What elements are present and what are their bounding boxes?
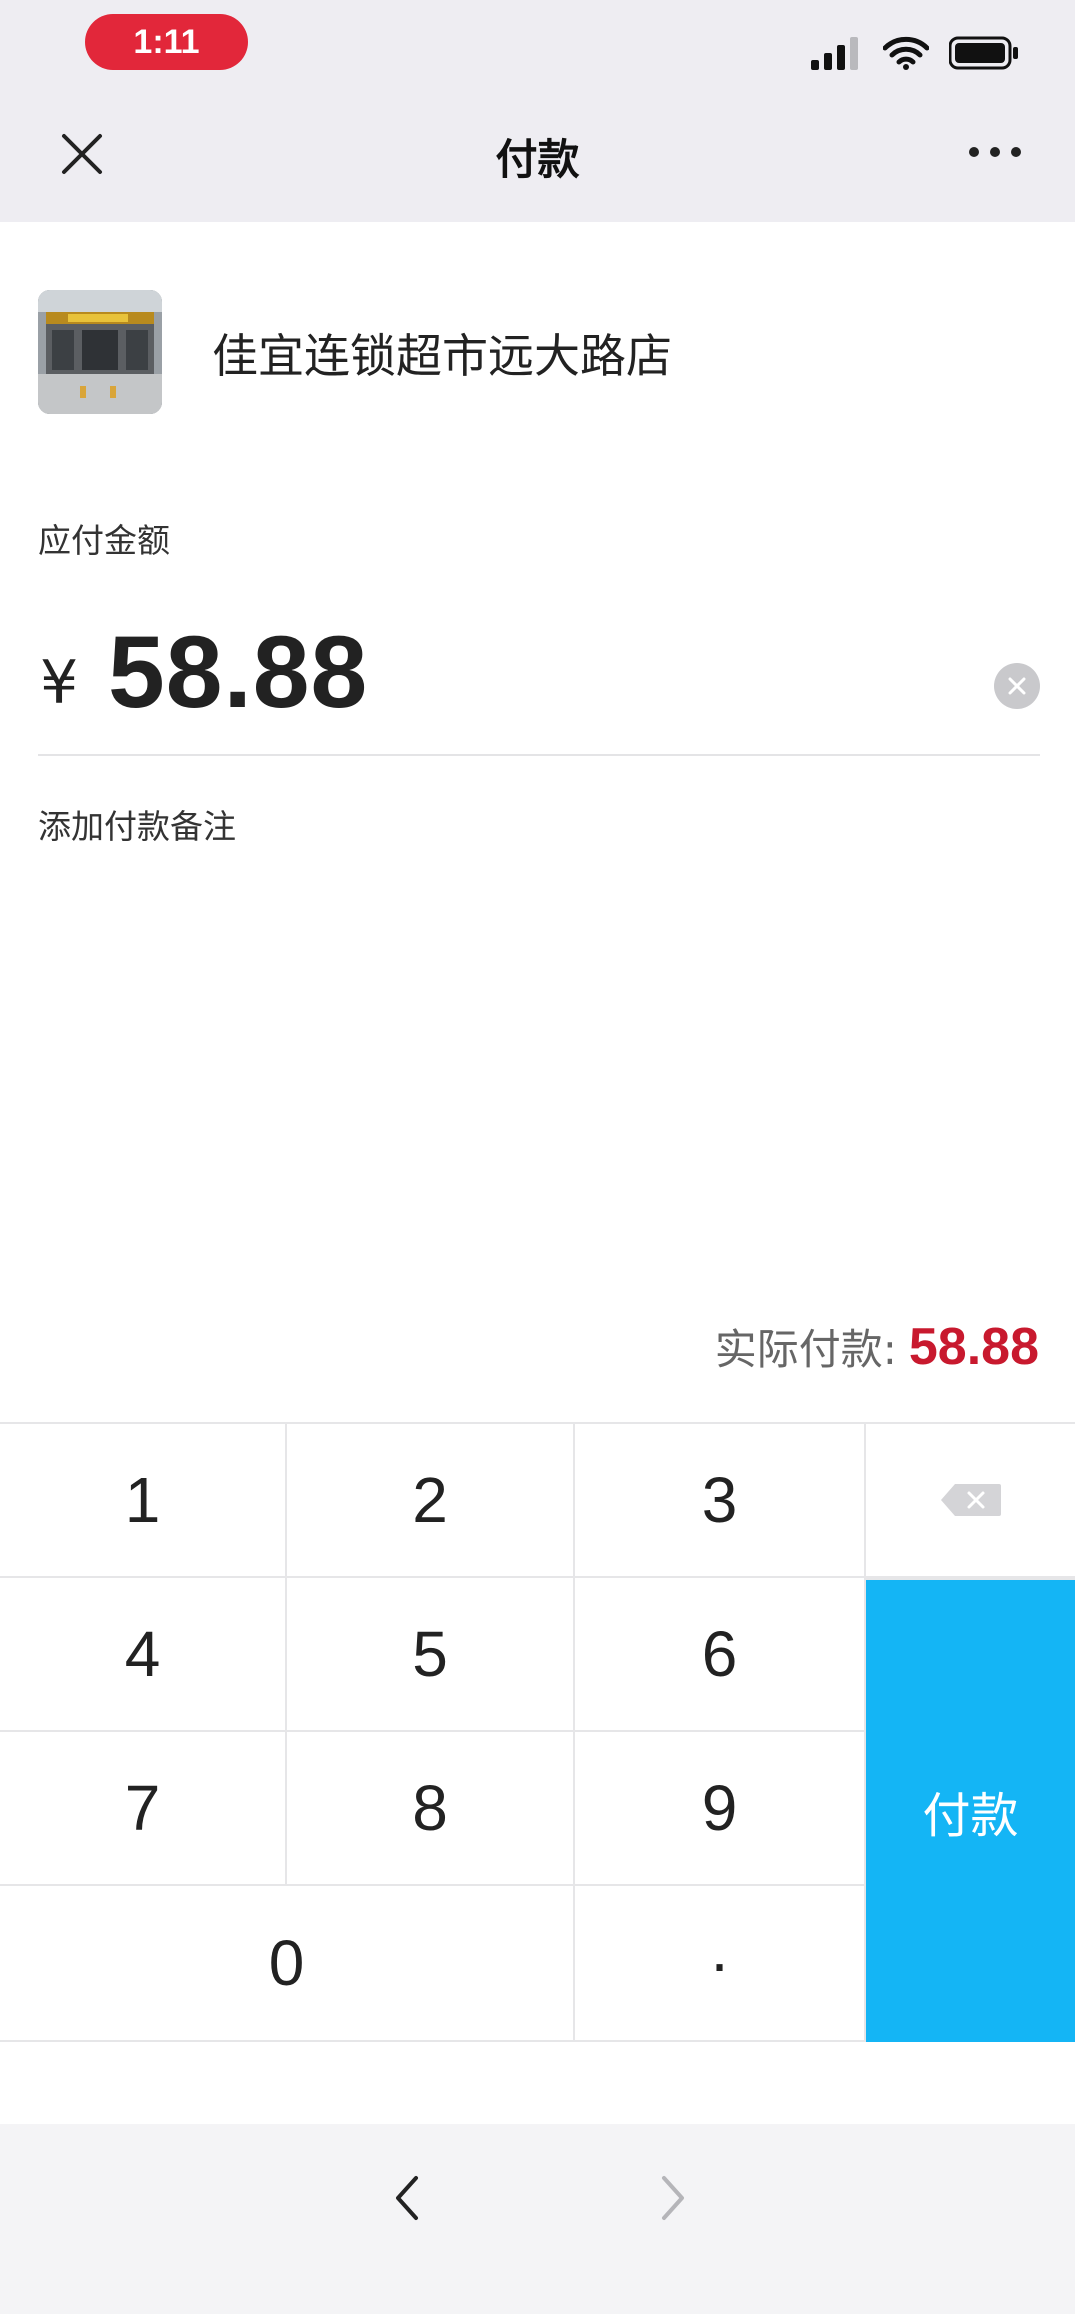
backspace-icon (940, 1484, 1001, 1516)
payment-screen: 1:11 付款 佳宜连锁超市远大路店 应付金额 ¥ 58.88 添加付款备注 实… (0, 0, 1075, 2314)
key-decimal[interactable]: · (575, 1886, 864, 2040)
key-4[interactable]: 4 (0, 1578, 285, 1730)
key-5[interactable]: 5 (287, 1578, 573, 1730)
battery-icon (949, 36, 1018, 70)
clear-amount-button[interactable] (994, 663, 1040, 709)
wifi-icon (883, 36, 929, 70)
key-0[interactable]: 0 (0, 1886, 573, 2040)
amount-label: 应付金额 (38, 521, 170, 560)
nav-bar: 付款 (0, 88, 1075, 222)
more-options-icon[interactable] (967, 140, 1023, 164)
actual-payment-row: 实际付款: 58.88 (715, 1316, 1039, 1377)
clear-icon (1008, 677, 1026, 695)
add-remark-link[interactable]: 添加付款备注 (38, 800, 236, 848)
divider (38, 754, 1040, 756)
status-time: 1:11 (85, 14, 248, 70)
key-1[interactable]: 1 (0, 1424, 285, 1576)
page-title: 付款 (495, 135, 580, 184)
actual-payment-label: 实际付款: (714, 1325, 897, 1374)
currency-symbol: ¥ (40, 648, 79, 718)
key-9[interactable]: 9 (575, 1732, 864, 1884)
key-7[interactable]: 7 (0, 1732, 285, 1884)
key-6[interactable]: 6 (575, 1578, 864, 1730)
forward-arrow-icon[interactable] (650, 2168, 694, 2228)
key-2[interactable]: 2 (287, 1424, 573, 1576)
key-8[interactable]: 8 (287, 1732, 573, 1884)
merchant-name: 佳宜连锁超市远大路店 (212, 329, 672, 383)
status-bar: 1:11 (0, 0, 1075, 88)
numeric-keypad: 1 2 3 4 5 6 7 8 9 0 · 付款 (0, 1422, 1075, 2042)
back-arrow-icon[interactable] (386, 2168, 430, 2228)
backspace-key[interactable] (866, 1424, 1075, 1576)
merchant-storefront-image (38, 290, 162, 414)
actual-payment-value: 58.88 (908, 1318, 1039, 1376)
amount-input[interactable]: 58.88 (108, 614, 368, 731)
status-icons (811, 34, 1019, 70)
browser-toolbar (0, 2124, 1075, 2314)
key-3[interactable]: 3 (575, 1424, 864, 1576)
cellular-signal-icon (811, 37, 858, 70)
pay-button[interactable]: 付款 (866, 1580, 1075, 2042)
